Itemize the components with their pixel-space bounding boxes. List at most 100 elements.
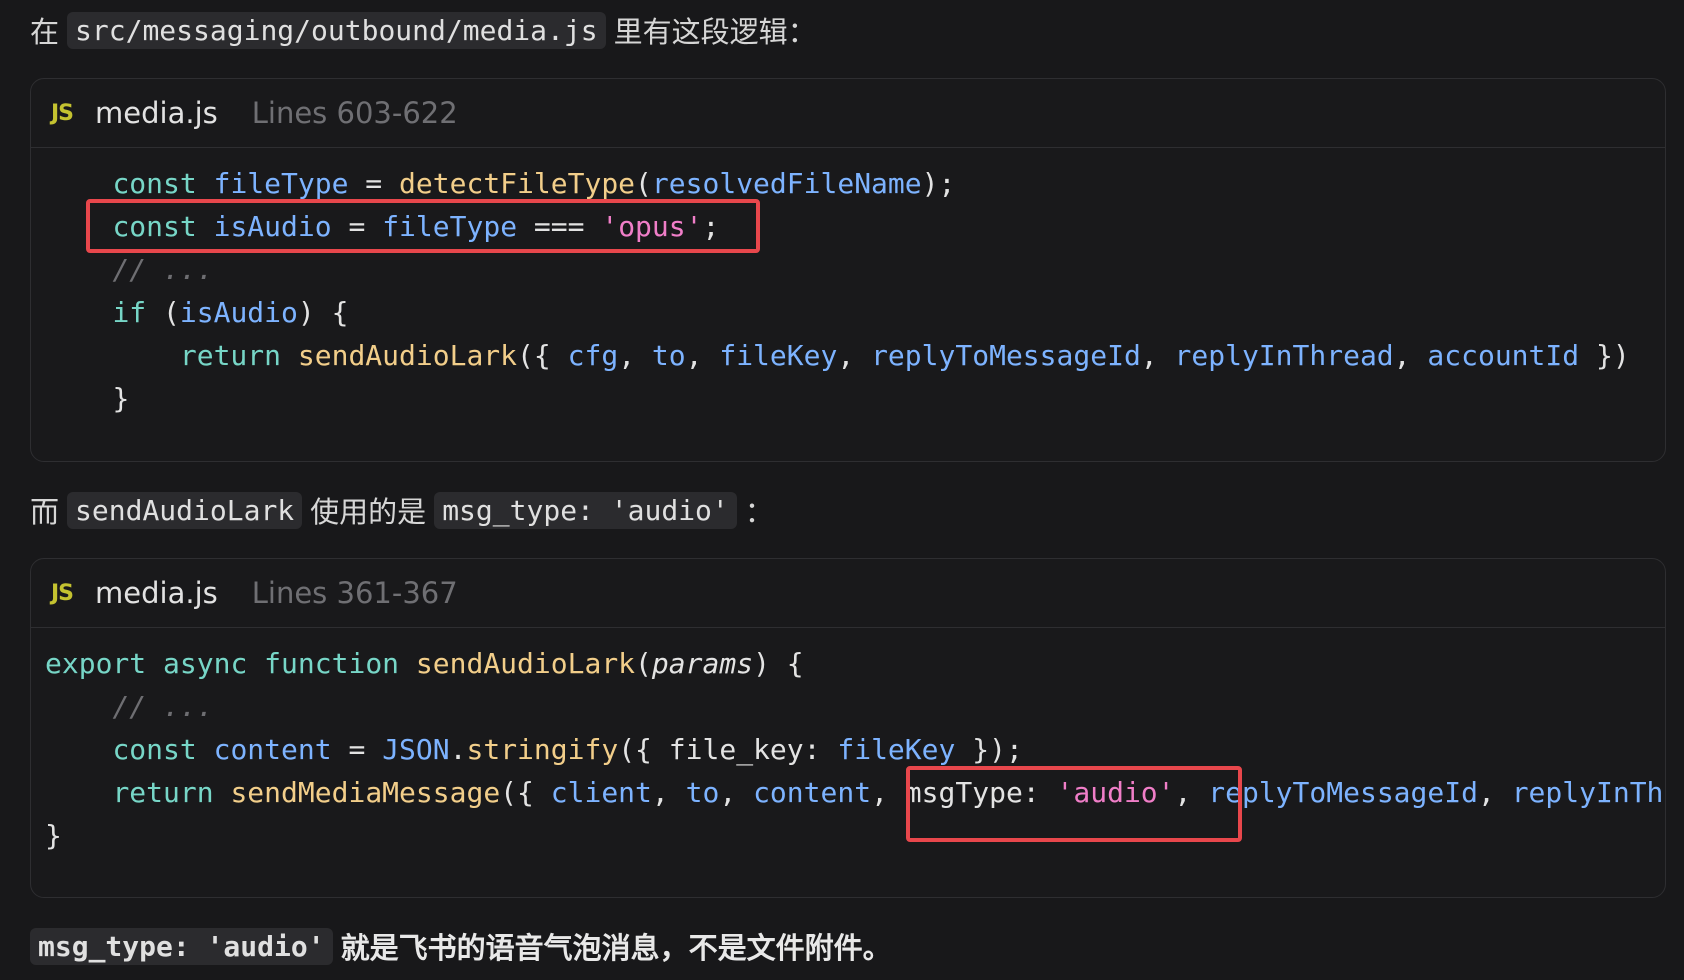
javascript-icon: JS	[51, 580, 74, 606]
code-token: to	[685, 776, 720, 809]
code-token: ({	[517, 339, 568, 372]
code-token: detectFileType	[399, 167, 636, 200]
code-token: ,	[685, 339, 720, 372]
inline-code-function-name: sendAudioLark	[67, 491, 303, 529]
code-line: }	[31, 814, 1665, 857]
code-block-1: JS media.js Lines 603-622 const fileType…	[30, 78, 1666, 462]
code-token: (	[146, 296, 180, 329]
code-token: JSON	[382, 733, 450, 766]
code-file-name[interactable]: media.js	[95, 96, 218, 130]
code-token: });	[955, 733, 1023, 766]
code-line: }	[31, 377, 1665, 420]
code-line-range: Lines 603-622	[251, 96, 458, 130]
code-token: // ...	[112, 253, 214, 286]
code-token: resolvedFileName	[651, 167, 922, 200]
code-token: const	[112, 167, 197, 200]
code-line: if (isAudio) {	[31, 291, 1665, 334]
code-line: // ...	[31, 248, 1665, 291]
highlight-box-msgtype	[906, 766, 1242, 842]
code-token: export	[45, 647, 147, 680]
code-block-header: JS media.js Lines 603-622	[31, 79, 1665, 148]
code-token: sendAudioLark	[297, 339, 518, 372]
middle-paragraph: 而 sendAudioLark 使用的是 msg_type: 'audio' ：	[30, 490, 774, 530]
javascript-icon: JS	[51, 100, 74, 126]
conclusion-paragraph: msg_type: 'audio' 就是飞书的语音气泡消息，不是文件附件。	[30, 926, 892, 966]
code-token: ({	[618, 733, 669, 766]
code-token: sendAudioLark	[415, 647, 636, 680]
code-token: (	[635, 167, 652, 200]
code-token: .	[449, 733, 467, 766]
code-token: replyToMessageId	[871, 339, 1141, 372]
conclusion-text: 就是飞书的语音气泡消息，不是文件附件。	[340, 931, 892, 965]
code-token: // ...	[112, 690, 214, 723]
code-line: return sendMediaMessage({ client, to, co…	[31, 771, 1665, 814]
code-token: fileType	[213, 167, 349, 200]
code-token: ,	[1140, 339, 1175, 372]
code-token: })	[1579, 339, 1630, 372]
code-token: =	[348, 167, 400, 200]
code-token: }	[45, 819, 62, 852]
code-token: ,	[1393, 339, 1428, 372]
code-token: const	[112, 733, 197, 766]
code-token: async	[163, 647, 248, 680]
middle-prefix: 而	[30, 495, 60, 529]
code-token: params	[651, 647, 754, 680]
code-token: ,	[719, 776, 754, 809]
code-token: ,	[837, 339, 872, 372]
code-token: return	[112, 776, 214, 809]
code-line: export async function sendAudioLark(para…	[31, 642, 1665, 685]
code-token: if	[112, 296, 147, 329]
code-token: isAudio	[179, 296, 298, 329]
code-line-range: Lines 361-367	[251, 576, 458, 610]
code-token: replyInThread	[1511, 776, 1665, 809]
code-line: // ...	[31, 685, 1665, 728]
code-token: return	[179, 339, 282, 372]
code-token: cfg	[567, 339, 619, 372]
code-token: replyInThread	[1174, 339, 1394, 372]
code-body: const fileType = detectFileType(resolved…	[31, 148, 1665, 420]
code-token: ,	[1477, 776, 1512, 809]
inline-code-msg-type: msg_type: 'audio'	[434, 491, 737, 529]
code-token: ,	[618, 339, 652, 372]
code-token: ({	[500, 776, 551, 809]
code-body: export async function sendAudioLark(para…	[31, 628, 1665, 857]
intro-suffix: 里有这段逻辑：	[613, 15, 817, 49]
code-token: fileKey	[837, 733, 956, 766]
intro-prefix: 在	[30, 15, 60, 49]
code-token: ,	[651, 776, 686, 809]
code-block-header: JS media.js Lines 361-367	[31, 559, 1665, 628]
code-token: client	[550, 776, 652, 809]
code-token: function	[264, 647, 400, 680]
code-token: content	[213, 733, 332, 766]
code-token: }	[112, 382, 130, 415]
code-token: (	[635, 647, 652, 680]
code-token: ) {	[297, 296, 349, 329]
code-token: replyToMessageId	[1208, 776, 1478, 809]
code-token: file_key:	[668, 733, 838, 766]
intro-paragraph: 在 src/messaging/outbound/media.js 里有这段逻辑…	[30, 10, 817, 50]
code-block-2: JS media.js Lines 361-367 export async f…	[30, 558, 1666, 898]
code-token: to	[651, 339, 686, 372]
code-token: content	[753, 776, 872, 809]
code-token: );	[921, 167, 956, 200]
code-token: ) {	[753, 647, 804, 680]
code-token: fileKey	[719, 339, 838, 372]
code-file-name[interactable]: media.js	[95, 576, 218, 610]
chat-message-content: 在 src/messaging/outbound/media.js 里有这段逻辑…	[0, 0, 1684, 980]
code-token: ,	[871, 776, 905, 809]
code-token: =	[331, 733, 383, 766]
